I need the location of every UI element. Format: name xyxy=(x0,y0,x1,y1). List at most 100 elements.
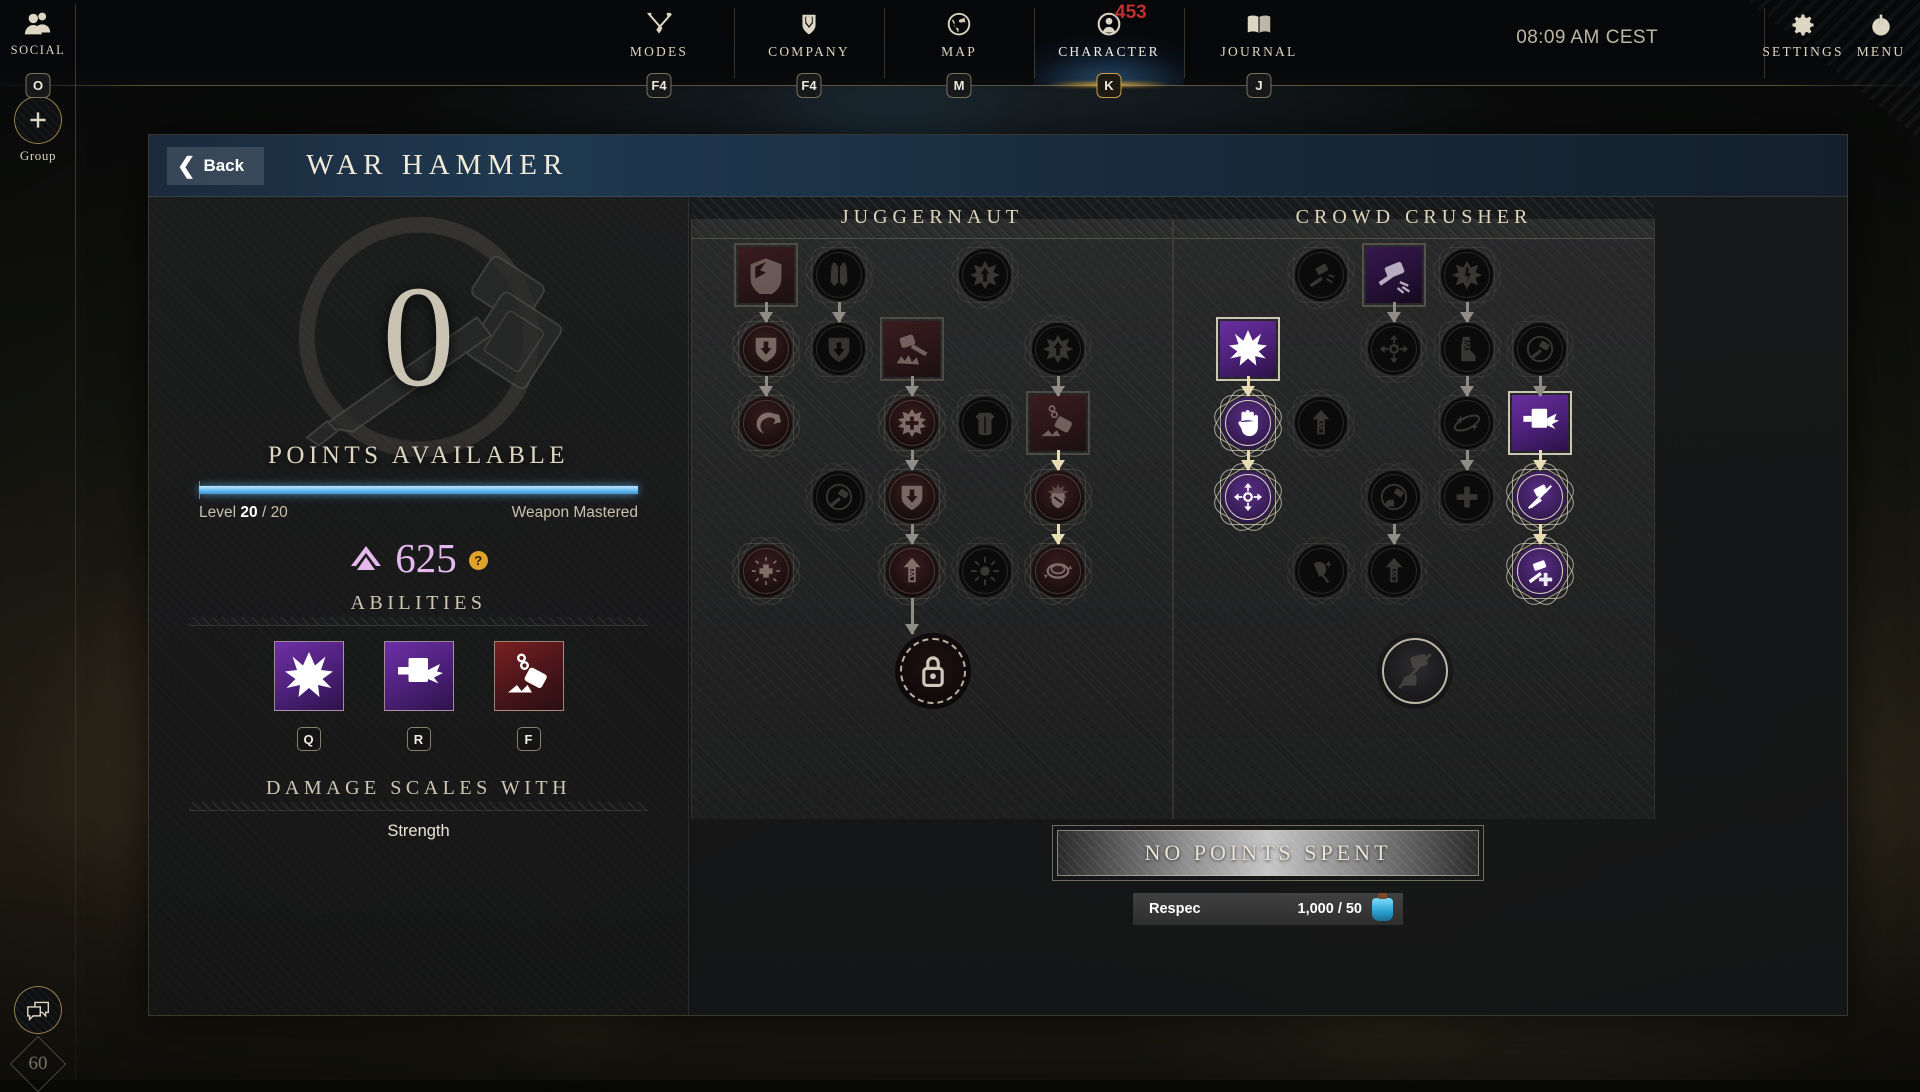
link-arrow-head xyxy=(1051,460,1065,471)
nav-item-journal[interactable]: JOURNALJ xyxy=(1184,0,1334,86)
hammer-slash-icon xyxy=(1525,482,1555,512)
skill-link xyxy=(1368,524,1420,544)
back-button-label: Back xyxy=(203,156,244,176)
skill-node[interactable] xyxy=(886,471,938,523)
skill-node[interactable] xyxy=(1441,471,1493,523)
ultimate-skill-node[interactable] xyxy=(1377,633,1453,709)
chat-button[interactable] xyxy=(14,986,62,1034)
power-icon xyxy=(1867,9,1895,41)
ability-hotkey: Q xyxy=(297,727,321,751)
skill-node[interactable] xyxy=(959,545,1011,597)
skill-node[interactable] xyxy=(1441,249,1493,301)
skill-node[interactable] xyxy=(1222,397,1274,449)
ability-hotkey: R xyxy=(407,727,431,751)
link-arrow-head xyxy=(1051,534,1065,545)
boot-up-icon xyxy=(1379,556,1409,586)
skill-node[interactable] xyxy=(884,321,940,377)
nav-item-character[interactable]: 453CHARACTERK xyxy=(1034,0,1184,86)
points-spent-bar: NO POINTS SPENT xyxy=(1052,825,1484,881)
nav-item-company[interactable]: COMPANYF4 xyxy=(734,0,884,86)
nav-item-map[interactable]: MAPM xyxy=(884,0,1034,86)
skill-node[interactable] xyxy=(1295,397,1347,449)
level-separator: / xyxy=(262,504,266,521)
nav-item-modes[interactable]: MODESF4 xyxy=(584,0,734,86)
skill-link xyxy=(1368,302,1420,322)
skill-node[interactable] xyxy=(1512,395,1568,451)
ability-slot-f[interactable]: F xyxy=(494,641,564,751)
skill-node[interactable] xyxy=(1441,397,1493,449)
skill-node[interactable] xyxy=(959,249,1011,301)
skill-node[interactable] xyxy=(1366,247,1422,303)
skill-link xyxy=(1514,376,1566,396)
nav-item-hotkey: K xyxy=(1097,73,1122,98)
skill-node[interactable] xyxy=(813,323,865,375)
skill-node[interactable] xyxy=(959,397,1011,449)
menu-label: MENU xyxy=(1857,44,1906,60)
skill-node[interactable] xyxy=(1295,545,1347,597)
skill-node[interactable] xyxy=(1032,545,1084,597)
nav-item-label: COMPANY xyxy=(768,44,850,60)
mastery-status: Weapon Mastered xyxy=(512,504,638,522)
menu-button[interactable]: MENU xyxy=(1842,0,1920,86)
respec-label: Respec xyxy=(1149,901,1201,917)
skill-node[interactable] xyxy=(1222,471,1274,523)
settings-label: SETTINGS xyxy=(1762,44,1843,60)
skill-node[interactable] xyxy=(740,545,792,597)
skill-link xyxy=(1514,524,1566,544)
skill-node[interactable] xyxy=(1368,545,1420,597)
page-title: WAR HAMMER xyxy=(306,149,568,182)
skill-node[interactable] xyxy=(886,545,938,597)
armor-plates-icon xyxy=(824,260,854,290)
back-button[interactable]: ❮ Back xyxy=(167,147,264,185)
skill-node[interactable] xyxy=(740,323,792,375)
ability-icon-hammer-chain-icon xyxy=(494,641,564,711)
skill-node[interactable] xyxy=(886,397,938,449)
skill-node[interactable] xyxy=(1368,323,1420,375)
skill-node[interactable] xyxy=(1295,249,1347,301)
skill-node[interactable] xyxy=(1368,471,1420,523)
link-arrow-head xyxy=(905,386,919,397)
skill-node[interactable] xyxy=(1514,323,1566,375)
link-arrow-head xyxy=(1241,460,1255,471)
skill-node[interactable] xyxy=(1514,545,1566,597)
starburst-man-icon xyxy=(1452,260,1482,290)
link-arrow-head xyxy=(759,386,773,397)
ability-slot-r[interactable]: R xyxy=(384,641,454,751)
shield-down-icon xyxy=(751,334,781,364)
skill-node[interactable] xyxy=(1032,471,1084,523)
plus-icon xyxy=(25,107,51,133)
skill-node[interactable] xyxy=(1220,321,1276,377)
group-add-button[interactable] xyxy=(14,96,62,144)
armor-plates-icon xyxy=(824,260,854,290)
skill-node[interactable] xyxy=(740,397,792,449)
nav-item-label: MAP xyxy=(941,44,977,60)
hammer-cross-icon xyxy=(1525,556,1555,586)
settings-button[interactable]: SETTINGS xyxy=(1764,0,1842,86)
skill-node[interactable] xyxy=(1032,323,1084,375)
skill-node[interactable] xyxy=(1514,471,1566,523)
level-text: Level 20 / 20 xyxy=(199,504,288,522)
skill-node[interactable] xyxy=(738,247,794,303)
skill-link xyxy=(886,450,938,470)
skill-link xyxy=(1222,376,1274,396)
social-button[interactable]: SOCIAL O xyxy=(0,0,76,86)
skill-node[interactable] xyxy=(1030,395,1086,451)
link-arrow-head xyxy=(905,460,919,471)
skill-node[interactable] xyxy=(1441,323,1493,375)
respec-button[interactable]: Respec 1,000 / 50 xyxy=(1133,893,1403,925)
starburst-up-icon xyxy=(1043,334,1073,364)
cross-burst-icon xyxy=(897,408,927,438)
cross-rays-icon xyxy=(751,556,781,586)
boot-up-icon xyxy=(1306,408,1336,438)
ultimate-skill-node[interactable] xyxy=(895,633,971,709)
skill-node[interactable] xyxy=(813,471,865,523)
gear-score-help-icon[interactable]: ? xyxy=(469,551,488,570)
level-prefix: Level xyxy=(199,504,236,521)
skill-node[interactable] xyxy=(813,249,865,301)
group-label: Group xyxy=(0,148,76,164)
ability-slot-q[interactable]: Q xyxy=(274,641,344,751)
globe-icon xyxy=(944,9,974,41)
starburst-up-icon xyxy=(970,260,1000,290)
weapon-info-column: 0 POINTS AVAILABLE Level 20 / 20 Weapon … xyxy=(149,197,689,1015)
ability-icon-burst-impact-icon xyxy=(274,641,344,711)
